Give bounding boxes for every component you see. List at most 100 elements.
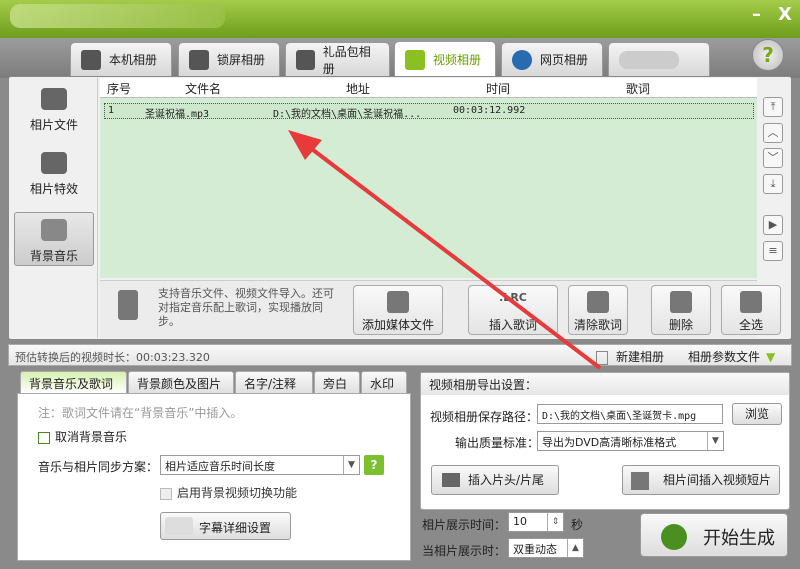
add-media-button[interactable]: 添加媒体文件 [353,285,443,335]
button-label: 清除歌词 [573,318,622,332]
display-time-label: 相片展示时间： [422,518,507,532]
tab-local-album[interactable]: 本机相册 [70,42,172,76]
sidebar-item-effects[interactable]: 相片特效 [14,146,94,200]
save-path-input[interactable]: D:\我的文档\桌面\圣诞贺卡.mpg [537,404,723,424]
select-all-button[interactable]: 全选 [721,285,781,335]
portrait-icon [81,49,101,70]
tab-lockscreen-album[interactable]: 锁屏相册 [178,42,280,76]
tab-bg-music-lyrics[interactable]: 背景音乐及歌词 [20,371,127,394]
tab-label: 网页相册 [540,53,589,67]
tab-bg-color-image[interactable]: 背景颜色及图片 [128,371,234,394]
sync-label: 音乐与相片同步方案： [38,460,159,474]
button-label: 插入歌词 [488,318,537,332]
minimize-button[interactable]: – [752,4,761,25]
col-path[interactable]: 地址 [346,80,370,97]
cell-index: 1 [108,105,115,116]
sidebar-label: 背景音乐 [29,249,78,263]
move-top-button[interactable]: ⤒ [763,97,783,117]
button-label: 插入片头/片尾 [467,473,545,487]
trash-icon [670,291,692,313]
col-time[interactable]: 时间 [486,80,510,97]
new-album-button[interactable]: 新建相册 [596,348,664,365]
button-label: 全选 [738,318,763,332]
help-button[interactable]: ? [752,39,784,71]
delete-button[interactable]: 删除 [651,285,711,335]
quality-select[interactable]: 导出为DVD高清晰标准格式 ▼ [537,431,724,451]
button-label: 新建相册 [616,350,665,364]
music-note-icon [41,219,67,241]
cell-path: D:\我的文档\桌面\圣诞祝福... [273,109,422,120]
stepper-value: 10 [513,515,527,528]
tab-narration[interactable]: 旁白 [314,371,360,394]
toolbar-hint: 支持音乐文件、视频文件导入。还可对指定音乐配上歌词，实现播放同步。 [158,287,334,328]
insert-head-tail-button[interactable]: 插入片头/片尾 [431,465,559,495]
cell-time: 00:03:12.992 [453,105,526,116]
tab-video-album[interactable]: 视频相册 [394,41,496,77]
document-icon [596,350,608,365]
col-lyrics[interactable]: 歌词 [626,80,650,97]
grid-icon [740,291,762,313]
camera-icon [41,88,67,110]
button-label: 删除 [668,318,693,332]
gift-icon [296,49,315,70]
stepper-arrows-icon[interactable]: ⇕ [547,513,563,531]
browse-button[interactable]: 浏览 [732,403,782,425]
export-title: 视频相册导出设置： [421,373,789,395]
lrc-icon: .LRC [499,291,527,304]
enable-bg-video-checkbox[interactable]: 启用背景视频切换功能 [160,484,297,501]
duration-value: 00:03:23.320 [136,351,210,364]
sidebar-label: 相片特效 [29,182,78,196]
clear-lyrics-button[interactable]: 清除歌词 [568,285,628,335]
checkbox-box [160,487,172,500]
lyrics-note: 注：歌词文件请在“背景音乐”中插入。 [38,406,243,420]
close-button[interactable]: X [778,4,792,25]
sidebar-label: 相片文件 [29,118,78,132]
video-camera-icon [442,473,460,487]
film-icon [405,49,425,70]
insert-clip-button[interactable]: 相片间插入视频短片 [622,465,780,495]
dropdown-arrow-icon: ▼ [766,350,776,364]
sparkle-icon [41,152,67,174]
col-index[interactable]: 序号 [107,80,131,97]
sync-help-icon[interactable]: ? [364,455,384,475]
button-label: 相片间插入视频短片 [662,473,771,487]
button-label: 相册参数文件 [688,350,761,364]
sidebar-item-photos[interactable]: 相片文件 [14,82,94,136]
play-button[interactable]: ▶ [763,215,783,235]
move-bottom-button[interactable]: ⤓ [763,174,783,194]
tab-label: 本机相册 [109,53,158,67]
insert-lyrics-button[interactable]: .LRC 插入歌词 [468,285,558,335]
tab-name-notes[interactable]: 名字/注释 [235,371,313,394]
tab-gift-album[interactable]: 礼品包相册 [285,42,390,76]
status-bar: 预估转换后的视频时长：00:03:23.320 [8,344,792,366]
tab-blurred[interactable] [608,42,710,76]
subtitle-icon [165,517,193,535]
details-button[interactable]: ≡ [763,241,783,261]
music-note-icon [118,290,138,320]
dropdown-arrow-icon: ▼ [707,432,723,450]
display-time-stepper[interactable]: 10 ⇕ [508,512,564,532]
tab-watermark[interactable]: 水印 [361,371,407,394]
move-up-button[interactable]: ︿ [763,123,783,143]
table-row[interactable]: 1 圣诞祝福.mp3 D:\我的文档\桌面\圣诞祝福... 00:03:12.9… [104,103,754,120]
checkmark-icon [631,472,649,490]
cell-name: 圣诞祝福.mp3 [145,109,210,120]
tab-web-album[interactable]: 网页相册 [501,42,603,76]
cancel-bg-music-checkbox[interactable]: 取消背景音乐 [38,428,127,445]
select-value: 双重动态 [513,543,557,556]
move-down-button[interactable]: ﹀ [763,148,783,168]
sidebar-item-music[interactable]: 背景音乐 [14,212,94,266]
add-music-icon [387,291,409,313]
seconds-unit: 秒 [571,518,584,532]
col-filename[interactable]: 文件名 [185,80,221,97]
tab-label: 礼品包相册 [322,44,371,76]
sync-select[interactable]: 相片适应音乐时间长度 ▼ [160,455,360,475]
start-generate-button[interactable]: 开始生成 [640,513,788,557]
button-label: 开始生成 [703,528,775,549]
album-params-dropdown[interactable]: 相册参数文件 ▼ [688,348,775,365]
display-mode-select[interactable]: 双重动态 ▲ [508,538,584,558]
checkbox-box [38,431,50,444]
app-logo-blurred [10,4,225,28]
tab-label: 视频相册 [433,53,482,67]
subtitle-settings-button[interactable]: 字幕详细设置 [160,512,291,540]
